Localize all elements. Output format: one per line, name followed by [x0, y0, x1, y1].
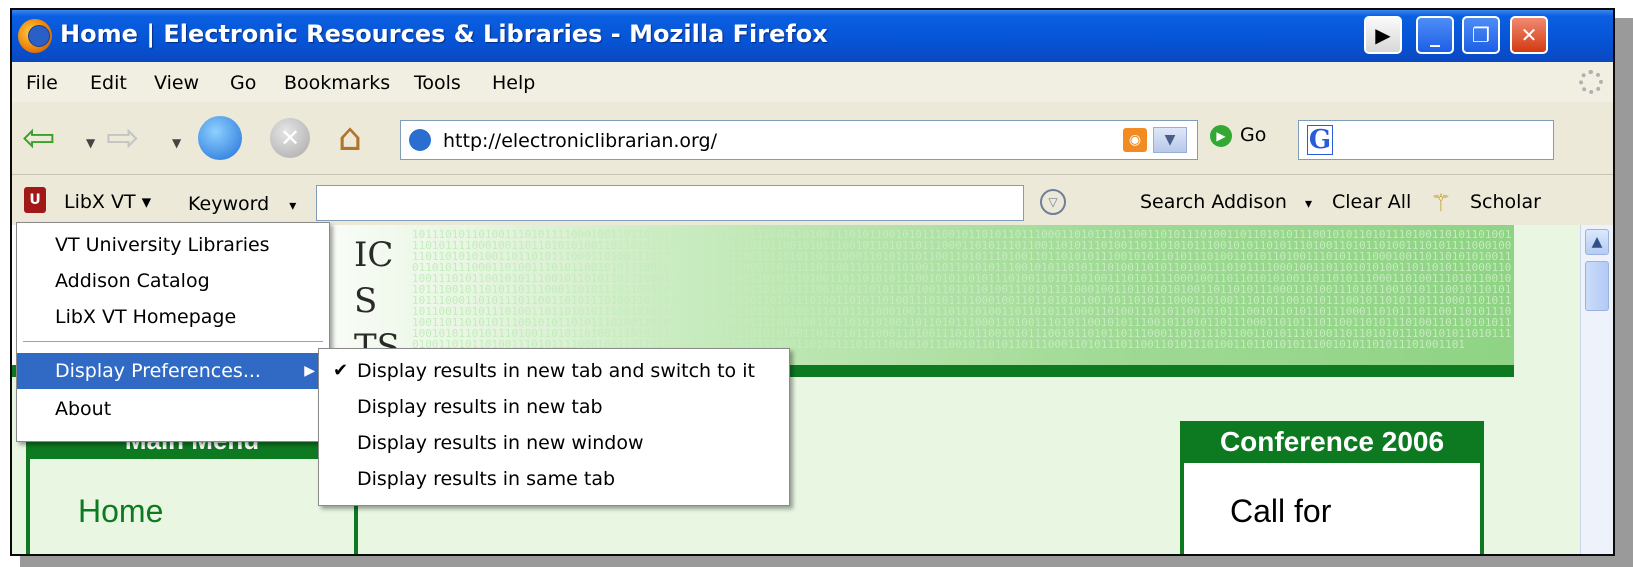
url-bar[interactable]: http://electroniclibrarian.org/ ◉ ▼ — [400, 120, 1198, 160]
submenu-item-new-window[interactable]: Display results in new window — [319, 425, 789, 461]
browser-window: Home | Electronic Resources & Libraries … — [10, 8, 1615, 556]
scroll-up-icon[interactable]: ▲ — [1585, 229, 1609, 255]
submenu-item-label: Display results in new tab and switch to… — [357, 360, 755, 382]
menu-go[interactable]: Go — [230, 72, 256, 94]
google-search-box[interactable]: G — [1298, 120, 1554, 160]
menu-item-vt-university-libraries[interactable]: VT University Libraries — [17, 227, 329, 263]
url-history-dropdown-icon[interactable]: ▼ — [1153, 127, 1187, 153]
go-arrow-icon: ▶ — [1210, 124, 1232, 147]
url-text[interactable]: http://electroniclibrarian.org/ — [443, 130, 717, 152]
menu-bar: File Edit View Go Bookmarks Tools Help — [12, 62, 1613, 103]
submenu-item-new-tab[interactable]: Display results in new tab — [319, 389, 789, 425]
menu-item-display-preferences[interactable]: Display Preferences... ▶ — [17, 353, 329, 389]
search-type-label: Keyword — [188, 193, 270, 215]
conference-title: Conference 2006 — [1180, 421, 1484, 463]
libx-search-input[interactable] — [316, 185, 1024, 221]
menu-item-addison-catalog[interactable]: Addison Catalog — [17, 263, 329, 299]
menu-view[interactable]: View — [154, 72, 199, 94]
banner-text-line-1: IC — [354, 235, 394, 275]
libx-toolbar: U LibX VT ▾ Keyword ▾ ▽ Search Addison ▾… — [12, 175, 1613, 225]
window-title: Home | Electronic Resources & Libraries … — [60, 20, 828, 48]
close-button[interactable]: ✕ — [1510, 16, 1548, 54]
search-submit-icon[interactable]: ▽ — [1040, 189, 1066, 215]
menu-item-about[interactable]: About — [17, 391, 329, 427]
checkmark-icon: ✔ — [333, 360, 349, 381]
display-preferences-submenu: ✔ Display results in new tab and switch … — [318, 348, 790, 506]
display-preferences-label: Display Preferences... — [55, 360, 261, 382]
play-button[interactable]: ▶ — [1364, 16, 1402, 54]
throbber-icon — [1579, 70, 1603, 94]
menu-help[interactable]: Help — [492, 72, 535, 94]
search-type-arrow-icon: ▾ — [289, 198, 297, 214]
firefox-logo-icon — [18, 19, 52, 53]
reload-icon[interactable] — [198, 116, 242, 160]
minimize-button[interactable]: _ — [1416, 16, 1454, 54]
menu-file[interactable]: File — [26, 72, 58, 94]
libx-edition-menu-button[interactable]: LibX VT ▾ — [64, 191, 151, 213]
search-type-dropdown[interactable]: Keyword ▾ — [188, 193, 296, 215]
vertical-scrollbar[interactable]: ▲ — [1580, 225, 1613, 554]
search-addison-label: Search Addison — [1140, 191, 1287, 213]
submenu-arrow-icon: ▶ — [304, 363, 315, 379]
menu-edit[interactable]: Edit — [90, 72, 127, 94]
home-icon[interactable]: ⌂ — [338, 116, 362, 158]
forward-dropdown-icon[interactable]: ▼ — [172, 136, 181, 150]
menu-item-libx-vt-homepage[interactable]: LibX VT Homepage — [17, 299, 329, 335]
libx-logo-icon: U — [24, 187, 46, 213]
home-link[interactable]: Home — [78, 493, 163, 530]
stop-icon[interactable]: ✕ — [270, 118, 310, 158]
search-addison-arrow-icon: ▾ — [1305, 196, 1313, 212]
libx-dropdown-menu: VT University Libraries Addison Catalog … — [16, 222, 330, 442]
search-addison-button[interactable]: Search Addison ▾ — [1140, 191, 1312, 213]
site-favicon-icon — [409, 129, 431, 151]
submenu-item-new-tab-switch[interactable]: ✔ Display results in new tab and switch … — [319, 353, 789, 389]
submenu-item-same-tab[interactable]: Display results in same tab — [319, 461, 789, 497]
banner-text-line-2: S — [354, 281, 378, 321]
forward-arrow-icon[interactable]: ⇨ — [106, 118, 140, 158]
clear-all-button[interactable]: Clear All — [1332, 191, 1411, 213]
go-label: Go — [1240, 124, 1267, 146]
banner-binary-pattern: 1011101011010011101011110001001101101010… — [412, 229, 1512, 351]
google-engine-icon[interactable]: G — [1307, 125, 1333, 155]
rss-feed-icon[interactable]: ◉ — [1123, 128, 1147, 152]
navigation-toolbar: ⇦ ▼ ⇨ ▼ ✕ ⌂ http://electroniclibrarian.o… — [12, 102, 1613, 175]
menu-separator — [23, 341, 323, 342]
go-button[interactable]: ▶ Go — [1210, 124, 1266, 147]
conference-call-text[interactable]: Call for — [1230, 493, 1331, 530]
scroll-thumb[interactable] — [1585, 261, 1609, 311]
restore-button[interactable]: ❐ — [1462, 16, 1500, 54]
magic-wand-icon[interactable]: ⚚ — [1430, 189, 1452, 217]
back-arrow-icon[interactable]: ⇦ — [22, 118, 56, 158]
scholar-button[interactable]: Scholar — [1470, 191, 1541, 213]
back-dropdown-icon[interactable]: ▼ — [86, 136, 95, 150]
menu-bookmarks[interactable]: Bookmarks — [284, 72, 390, 94]
title-bar[interactable]: Home | Electronic Resources & Libraries … — [12, 10, 1613, 62]
menu-tools[interactable]: Tools — [414, 72, 461, 94]
